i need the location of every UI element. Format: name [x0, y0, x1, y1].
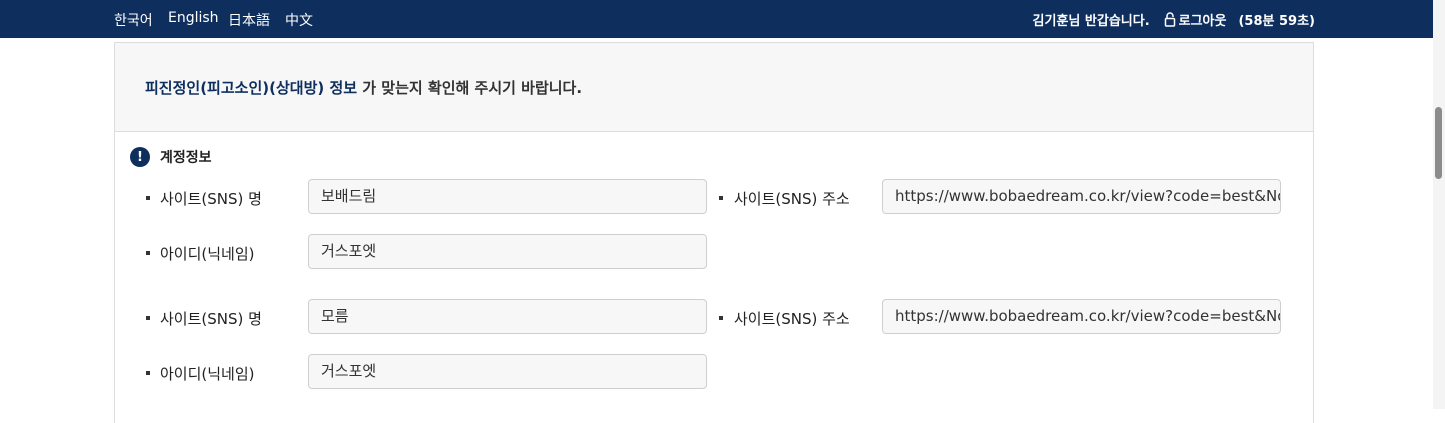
language-english-link[interactable]: English [168, 10, 219, 26]
bullet-icon [146, 371, 150, 375]
exclamation-icon: ! [130, 147, 150, 167]
panel-heading: 피진정인(피고소인)(상대방) 정보 가 맞는지 확인해 주시기 바랍니다. [145, 77, 582, 98]
nickname-input-1[interactable]: 거스포엣 [308, 234, 707, 269]
site-name-label-1: 사이트(SNS) 명 [160, 190, 262, 208]
scrollbar-track[interactable] [1433, 0, 1445, 409]
bullet-icon [146, 316, 150, 320]
lock-icon [1164, 12, 1175, 27]
scrollbar-thumb[interactable] [1435, 107, 1442, 179]
user-area: 김기훈님 반갑습니다. 로그아웃 (58분 59초) [1033, 10, 1315, 29]
language-korean-link[interactable]: 한국어 [114, 10, 153, 30]
language-chinese-link[interactable]: 中文 [285, 10, 313, 30]
site-url-input-1[interactable]: https://www.bobaedream.co.kr/view?code=b… [882, 179, 1281, 214]
site-url-input-2[interactable]: https://www.bobaedream.co.kr/view?code=b… [882, 299, 1281, 334]
bullet-icon [719, 196, 723, 200]
panel-heading-rest: 가 맞는지 확인해 주시기 바랍니다. [357, 79, 583, 97]
nickname-label-2: 아이디(닉네임) [160, 365, 255, 383]
user-greeting: 김기훈님 반갑습니다. [1032, 14, 1150, 29]
panel-heading-strong: 피진정인(피고소인)(상대방) 정보 [145, 79, 358, 97]
logout-button[interactable]: 로그아웃 [1164, 10, 1227, 29]
site-name-label-2: 사이트(SNS) 명 [160, 310, 262, 328]
bullet-icon [146, 196, 150, 200]
site-url-label-1: 사이트(SNS) 주소 [734, 190, 850, 208]
nickname-input-2[interactable]: 거스포엣 [308, 354, 707, 389]
site-url-label-2: 사이트(SNS) 주소 [734, 310, 850, 328]
bullet-icon [719, 316, 723, 320]
respondent-info-panel: 피진정인(피고소인)(상대방) 정보 가 맞는지 확인해 주시기 바랍니다. !… [114, 42, 1314, 423]
bullet-icon [146, 251, 150, 255]
nickname-label-1: 아이디(닉네임) [160, 245, 255, 263]
language-japanese-link[interactable]: 日本語 [228, 10, 270, 30]
account-section-title: ! 계정정보 [130, 147, 212, 167]
top-navigation-bar: 한국어 English 日本語 中文 김기훈님 반갑습니다. 로그아웃 (58분… [0, 0, 1433, 38]
section-title-label: 계정정보 [160, 150, 212, 166]
site-name-input-1[interactable]: 보배드림 [308, 179, 707, 214]
logout-label: 로그아웃 [1178, 14, 1227, 29]
panel-header: 피진정인(피고소인)(상대방) 정보 가 맞는지 확인해 주시기 바랍니다. [115, 43, 1313, 132]
site-name-input-2[interactable]: 모름 [308, 299, 707, 334]
session-timer: (58분 59초) [1238, 14, 1315, 29]
